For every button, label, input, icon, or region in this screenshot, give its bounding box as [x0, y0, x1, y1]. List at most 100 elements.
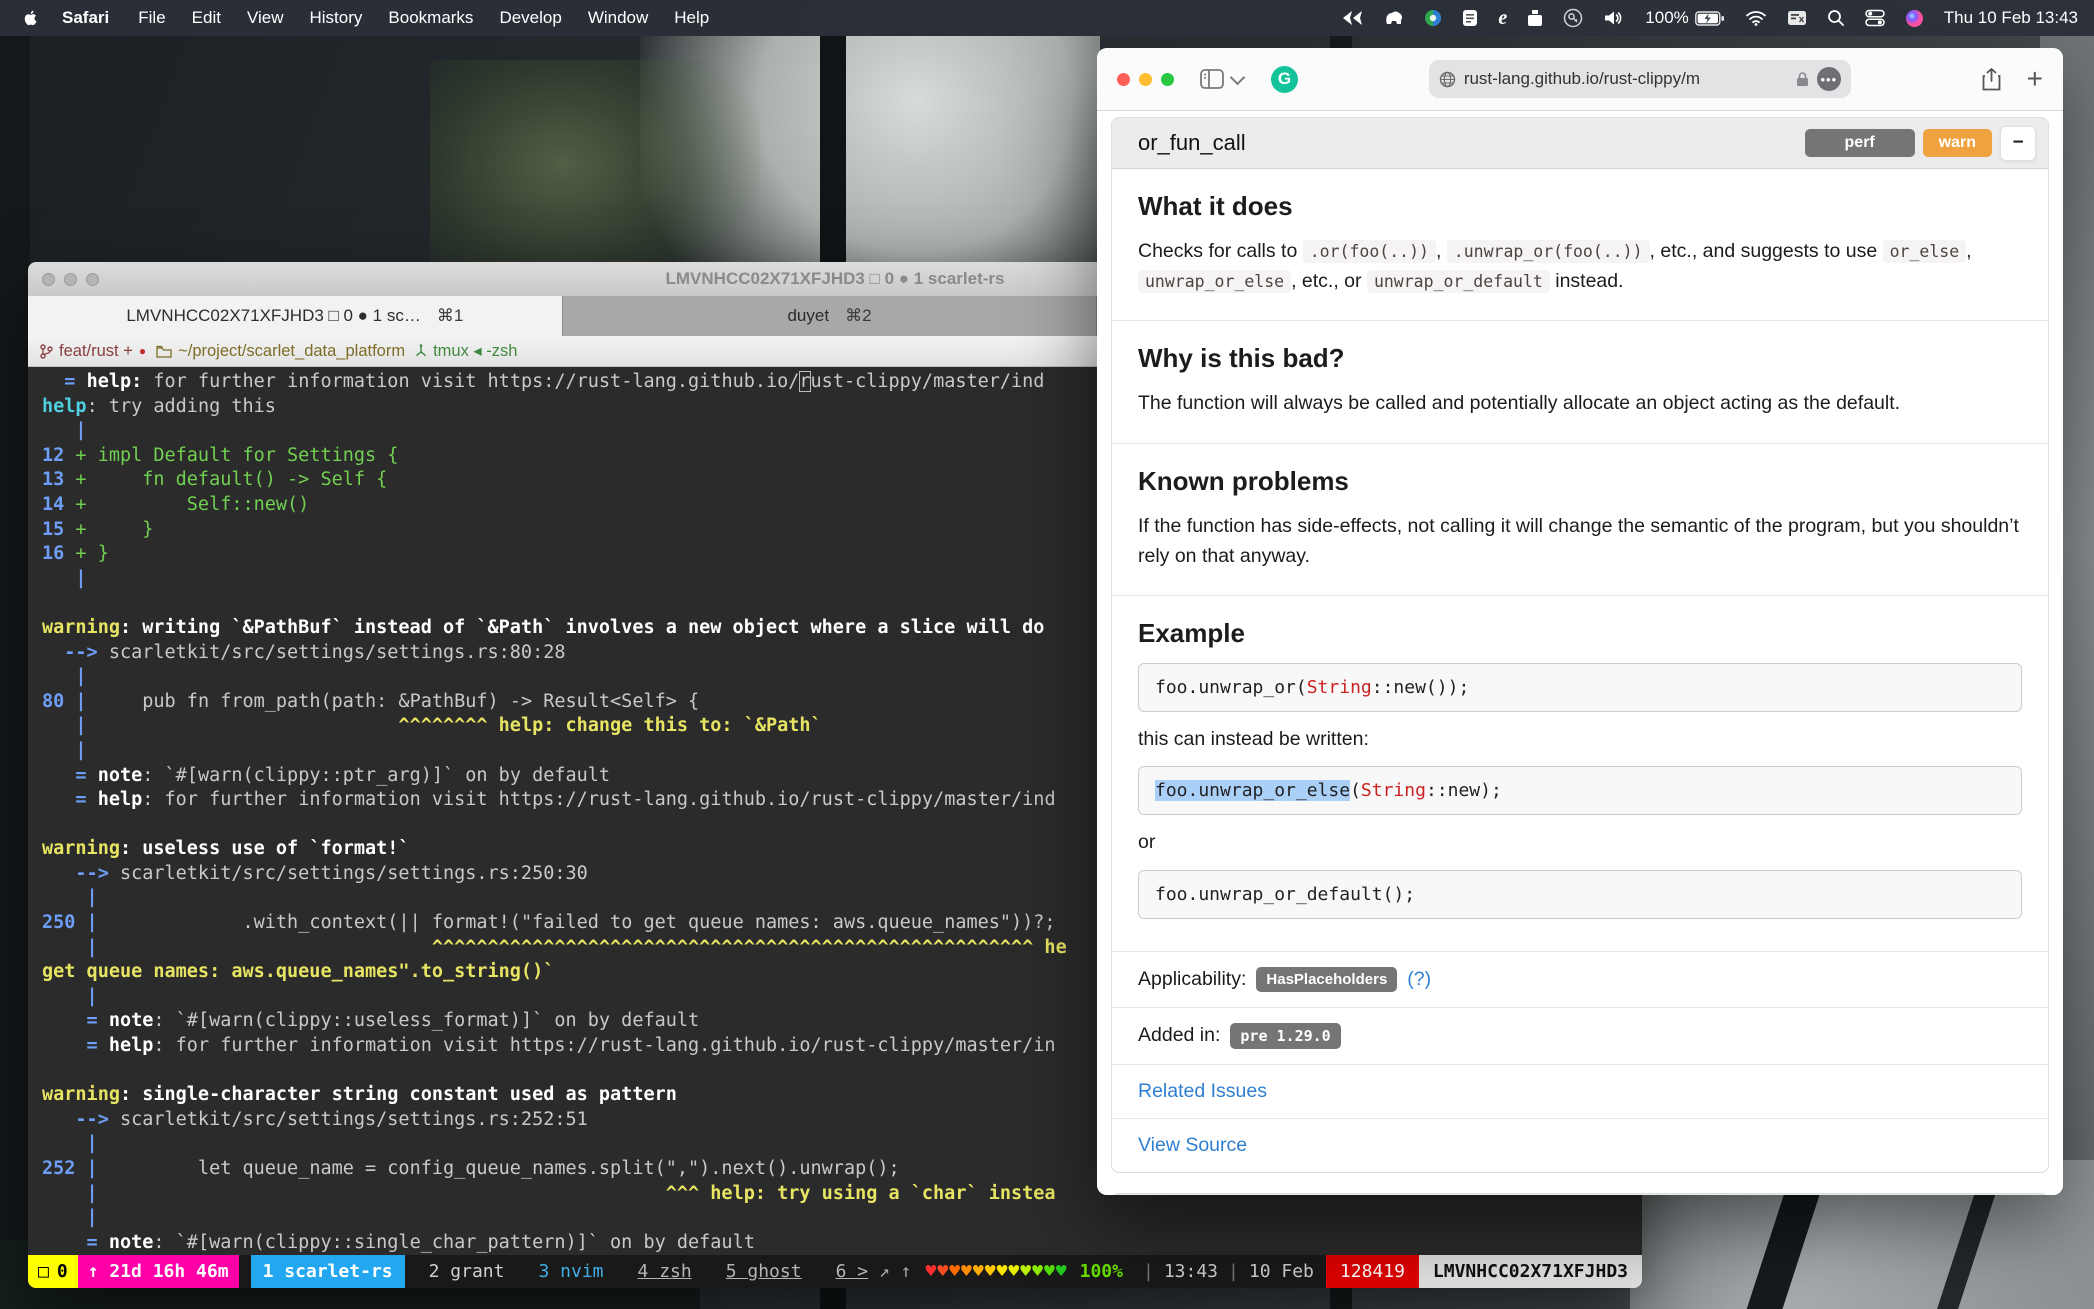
current-directory[interactable]: ~/project/scarlet_data_platform	[156, 342, 405, 361]
inline-code: .unwrap_or(foo(..))	[1447, 240, 1650, 263]
dirty-indicator: ●	[139, 344, 146, 358]
menu-bookmarks[interactable]: Bookmarks	[375, 8, 486, 27]
tmux-battery-percent: 100%	[1080, 1261, 1123, 1282]
tmux-session[interactable]: tmux ◂ -zsh	[415, 341, 517, 361]
tmux-session-badge[interactable]: □ 0	[28, 1255, 78, 1288]
terminal-tab-2[interactable]: duyet ⌘2	[563, 296, 1098, 336]
menu-help[interactable]: Help	[661, 8, 722, 27]
heart-icon: ♥	[937, 1261, 949, 1282]
added-in-label: Added in:	[1138, 1024, 1220, 1047]
heart-icon: ♥	[985, 1261, 997, 1282]
tmux-status-bar: □ 0 ↑ 21d 16h 46m 1 scarlet-rs2 grant3 n…	[28, 1255, 1642, 1288]
heart-icon: ♥	[926, 1261, 938, 1282]
globe-icon	[1439, 71, 1456, 88]
bear-app-icon[interactable]	[1384, 10, 1404, 26]
tab-shortcut: ⌘2	[845, 306, 871, 326]
terminal-line: = note: `#[warn(clippy::single_char_patt…	[42, 1231, 1642, 1255]
wallpaper-frame	[0, 36, 30, 1309]
tab-label: duyet	[787, 306, 829, 326]
share-icon[interactable]	[1982, 68, 2001, 91]
git-branch[interactable]: feat/rust + ●	[40, 342, 146, 361]
section-paragraph: The function will always be called and p…	[1138, 388, 2022, 418]
desktop: Safari FileEditViewHistoryBookmarksDevel…	[0, 0, 2094, 1309]
sidebar-toggle[interactable]	[1200, 69, 1243, 89]
heart-icon: ♥	[961, 1261, 973, 1282]
paper-plane-icon[interactable]	[1342, 10, 1364, 26]
keychain-icon[interactable]	[1563, 8, 1583, 28]
section-paragraph: If the function has side-effects, not ca…	[1138, 511, 2022, 571]
tmux-window-list: 1 scarlet-rs 2 grant 3 nvim 4 zsh 5 ghost 6 >	[239, 1255, 879, 1288]
close-button[interactable]	[1117, 73, 1130, 86]
heart-icon: ♥	[1056, 1261, 1068, 1282]
menubar-clock[interactable]: Thu 10 Feb 13:43	[1944, 8, 2078, 28]
minimize-button[interactable]	[1139, 73, 1152, 86]
folder-icon	[156, 345, 172, 358]
code-block[interactable]: foo.unwrap_or(String::new());	[1138, 663, 2022, 712]
inline-code: or_else	[1883, 240, 1967, 263]
section-why-bad: Why is this bad? The function will alway…	[1112, 321, 2048, 443]
menu-edit[interactable]: Edit	[179, 8, 234, 27]
applicability-label: Applicability:	[1138, 968, 1246, 991]
input-source-icon[interactable]	[1787, 9, 1807, 27]
session-square-icon: □	[38, 1261, 49, 1282]
wifi-icon[interactable]	[1745, 10, 1767, 26]
tmux-window-2[interactable]: 2 grant	[419, 1255, 515, 1288]
vpn-globe-icon[interactable]	[1424, 9, 1442, 27]
version-badge: pre 1.29.0	[1230, 1023, 1340, 1049]
lint-name: or_fun_call	[1138, 130, 1246, 156]
added-in-row: Added in: pre 1.29.0	[1112, 1008, 2048, 1065]
section-heading: Why is this bad?	[1138, 343, 2022, 374]
evernote-icon[interactable]: e	[1498, 7, 1507, 30]
code-block[interactable]: foo.unwrap_or_default();	[1138, 870, 2022, 919]
siri-icon[interactable]	[1905, 9, 1924, 28]
volume-icon[interactable]	[1603, 9, 1625, 27]
tmux-window-5[interactable]: 5 ghost	[716, 1255, 812, 1288]
tmux-window-4[interactable]: 4 zsh	[628, 1255, 702, 1288]
section-paragraph: or	[1138, 827, 2022, 857]
address-bar[interactable]: rust-lang.github.io/rust-clippy/m •••	[1429, 60, 1851, 98]
section-what-it-does: What it does Checks for calls to .or(foo…	[1112, 169, 2048, 321]
sidebar-icon	[1200, 69, 1224, 89]
menu-window[interactable]: Window	[575, 8, 661, 27]
new-tab-button[interactable]: +	[2027, 65, 2043, 93]
battery-hearts: ♥♥♥♥♥♥♥♥♥♥♥♥	[926, 1261, 1068, 1282]
menu-view[interactable]: View	[234, 8, 297, 27]
menu-history[interactable]: History	[297, 8, 376, 27]
tmux-window-1[interactable]: 1 scarlet-rs	[251, 1255, 405, 1288]
session-icon	[415, 344, 427, 358]
view-source-row: View Source	[1112, 1119, 2048, 1172]
inline-code: unwrap_or_default	[1367, 270, 1550, 293]
menu-file[interactable]: File	[125, 8, 178, 27]
lint-card-unnecessary-lazy-evaluations[interactable]: unnecessary_lazy_evaluations style warn …	[1111, 1193, 2049, 1195]
battery-status[interactable]: 100%	[1645, 8, 1724, 28]
related-issues-row: Related Issues	[1112, 1065, 2048, 1119]
display-app-icon[interactable]	[1527, 9, 1543, 27]
control-center-icon[interactable]	[1865, 9, 1885, 27]
git-branch-icon	[40, 344, 53, 359]
applicability-row: Applicability: HasPlaceholders (?)	[1112, 952, 2048, 1008]
grammarly-extension-icon[interactable]: G	[1271, 66, 1298, 93]
tmux-window-6[interactable]: 6 >	[826, 1255, 879, 1288]
active-app-name[interactable]: Safari	[48, 8, 123, 28]
section-heading: Example	[1138, 618, 2022, 649]
notes-app-icon[interactable]	[1462, 9, 1478, 27]
menu-develop[interactable]: Develop	[486, 8, 574, 27]
chevron-down-icon[interactable]	[1230, 69, 1246, 85]
terminal-cursor: r	[799, 371, 810, 392]
zoom-button[interactable]	[1161, 73, 1174, 86]
code-block[interactable]: foo.unwrap_or_else(String::new);	[1138, 766, 2022, 815]
tmux-window-3[interactable]: 3 nvim	[528, 1255, 613, 1288]
tmux-date: 10 Feb	[1249, 1261, 1314, 1282]
related-issues-link[interactable]: Related Issues	[1138, 1080, 1267, 1102]
view-source-link[interactable]: View Source	[1138, 1134, 1247, 1156]
terminal-line: |	[42, 1206, 1642, 1231]
spotlight-icon[interactable]	[1827, 9, 1845, 27]
heart-icon: ♥	[1020, 1261, 1032, 1282]
lint-header[interactable]: or_fun_call perf warn −	[1112, 118, 2048, 169]
terminal-tab-1[interactable]: LMVNHCC02X71XFJHD3 □ 0 ● 1 sc… ⌘1	[28, 296, 563, 336]
apple-menu-icon[interactable]	[16, 9, 46, 27]
selected-text: foo.unwrap_or_else	[1155, 780, 1350, 801]
applicability-help-link[interactable]: (?)	[1407, 968, 1431, 991]
collapse-button[interactable]: −	[2000, 126, 2036, 161]
more-options-icon[interactable]: •••	[1817, 67, 1841, 91]
